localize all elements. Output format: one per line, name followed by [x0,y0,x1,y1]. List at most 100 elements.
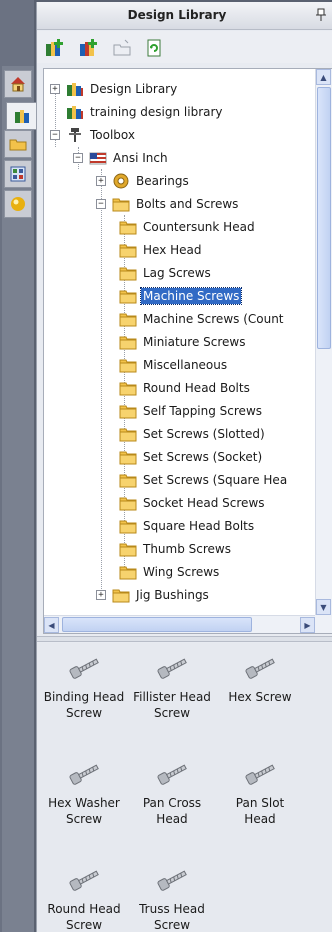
tree-item[interactable]: Set Screws (Socket) [119,446,264,468]
tree-item[interactable]: − Toolbox [50,124,137,146]
collapse-icon[interactable]: − [73,153,83,163]
tree-item[interactable]: + Bearings [96,170,191,192]
horizontal-scroll-thumb[interactable] [62,617,252,632]
file-name-line2: Screw [153,918,191,932]
folder-icon [112,196,130,212]
tree-horizontal-scrollbar[interactable]: ◀ ▶ [44,615,315,633]
pin-icon[interactable] [315,8,327,22]
folder-icon [119,288,137,304]
tree-item-label: Thumb Screws [143,542,231,556]
folder-icon [119,357,137,373]
tree-item-label: Countersunk Head [143,220,255,234]
tree-item-label: Lag Screws [143,266,211,280]
screw-part-icon [152,759,192,789]
appearances-icon [11,197,25,211]
library-file-item[interactable]: Binding Head Screw [41,653,127,721]
scrollbar-corner [315,615,332,633]
tab-file-explorer[interactable] [4,130,32,158]
library-file-item[interactable]: Truss Head Screw [129,865,215,932]
folder-icon [119,403,137,419]
tree-item[interactable]: Miscellaneous [119,354,229,376]
screw-part-icon [240,653,280,683]
tree-item-label: Machine Screws [139,287,243,305]
create-new-folder-button[interactable] [111,37,133,59]
library-file-item[interactable]: Hex Washer Screw [41,759,127,827]
folder-icon [119,380,137,396]
tree-item[interactable]: Countersunk Head [119,216,257,238]
tree-item[interactable]: Machine Screws (Count [119,308,286,330]
expand-icon[interactable]: + [96,176,106,186]
tree-item[interactable]: Self Tapping Screws [119,400,264,422]
scroll-up-arrow[interactable]: ▲ [316,69,331,85]
toolbox-icon [66,127,84,143]
tree-item[interactable]: Set Screws (Slotted) [119,423,267,445]
tree-item[interactable]: Hex Head [119,239,204,261]
tree-item-label: Machine Screws (Count [143,312,284,326]
file-name-line1: Hex Washer [48,796,120,810]
tab-home[interactable] [4,70,32,98]
pane-splitter[interactable] [37,636,332,642]
scroll-left-arrow[interactable]: ◀ [44,617,59,633]
vertical-scroll-thumb[interactable] [317,87,331,349]
refresh-button[interactable] [143,37,165,59]
folder-icon [119,334,137,350]
tree-item[interactable]: − Ansi Inch [73,147,170,169]
file-name-line1: Fillister Head [133,690,211,704]
tree-item[interactable]: + Jig Bushings [96,584,211,606]
screw-part-icon [64,759,104,789]
folder-icon [119,495,137,511]
panel-title-bar: Design Library [37,2,332,30]
create-new-folder-icon [113,39,131,56]
tree-item[interactable]: Set Screws (Square Hea [119,469,289,491]
tree-item[interactable]: Miniature Screws [119,331,248,353]
tree-vertical-scrollbar[interactable]: ▲ ▼ [315,69,332,615]
tree-item[interactable]: Square Head Bolts [119,515,256,537]
file-name-line2: Head [244,812,276,826]
collapse-icon[interactable]: − [50,130,60,140]
file-name-line2: Screw [153,706,191,720]
tree-item[interactable]: Wing Screws [119,561,221,583]
tab-appearances[interactable] [4,190,32,218]
tree-item[interactable]: − Bolts and Screws [96,193,240,215]
tree-item[interactable]: Socket Head Screws [119,492,267,514]
expand-icon[interactable]: + [96,590,106,600]
tree-item[interactable]: Lag Screws [119,262,213,284]
file-explorer-icon [9,139,27,151]
file-name-line2: Screw [65,706,103,720]
library-icon [66,81,84,97]
tree-item[interactable]: Machine Screws [119,285,243,307]
tree-item[interactable]: + Design Library [50,78,179,100]
tree-item[interactable]: Thumb Screws [119,538,233,560]
screw-part-icon [64,865,104,895]
file-name-line2: Head [156,812,188,826]
folder-icon [112,587,130,603]
collapse-icon[interactable]: − [96,199,106,209]
tree-item-label: Bearings [136,174,189,188]
view-palette-icon [10,166,26,182]
scroll-down-arrow[interactable]: ▼ [316,599,331,615]
tree-item-label: Hex Head [143,243,202,257]
add-to-library-button[interactable] [43,37,65,59]
library-file-item[interactable]: Pan Cross Head [129,759,215,827]
add-file-location-button[interactable] [77,37,99,59]
file-name-line2: Screw [65,812,103,826]
expand-icon[interactable]: + [50,84,60,94]
library-file-item[interactable]: Hex Screw [217,653,303,705]
tab-design-library[interactable] [6,102,36,130]
tab-view-palette[interactable] [4,160,32,188]
tree-item-label: Miniature Screws [143,335,246,349]
folder-icon [119,265,137,281]
library-icon [66,104,84,120]
tree-item-label: Ansi Inch [113,151,168,165]
library-file-item[interactable]: Fillister Head Screw [129,653,215,721]
tree-guide [101,169,102,589]
bearing-icon [112,173,130,189]
library-file-item[interactable]: Pan Slot Head [217,759,303,827]
tree-item[interactable]: training design library [50,101,225,123]
scroll-right-arrow[interactable]: ▶ [300,617,315,633]
screw-part-icon [152,653,192,683]
library-tree-view[interactable]: + Design Library training design library − T… [43,68,332,634]
tree-item[interactable]: Round Head Bolts [119,377,252,399]
tree-item-label: Round Head Bolts [143,381,250,395]
library-file-item[interactable]: Round Head Screw [41,865,127,932]
